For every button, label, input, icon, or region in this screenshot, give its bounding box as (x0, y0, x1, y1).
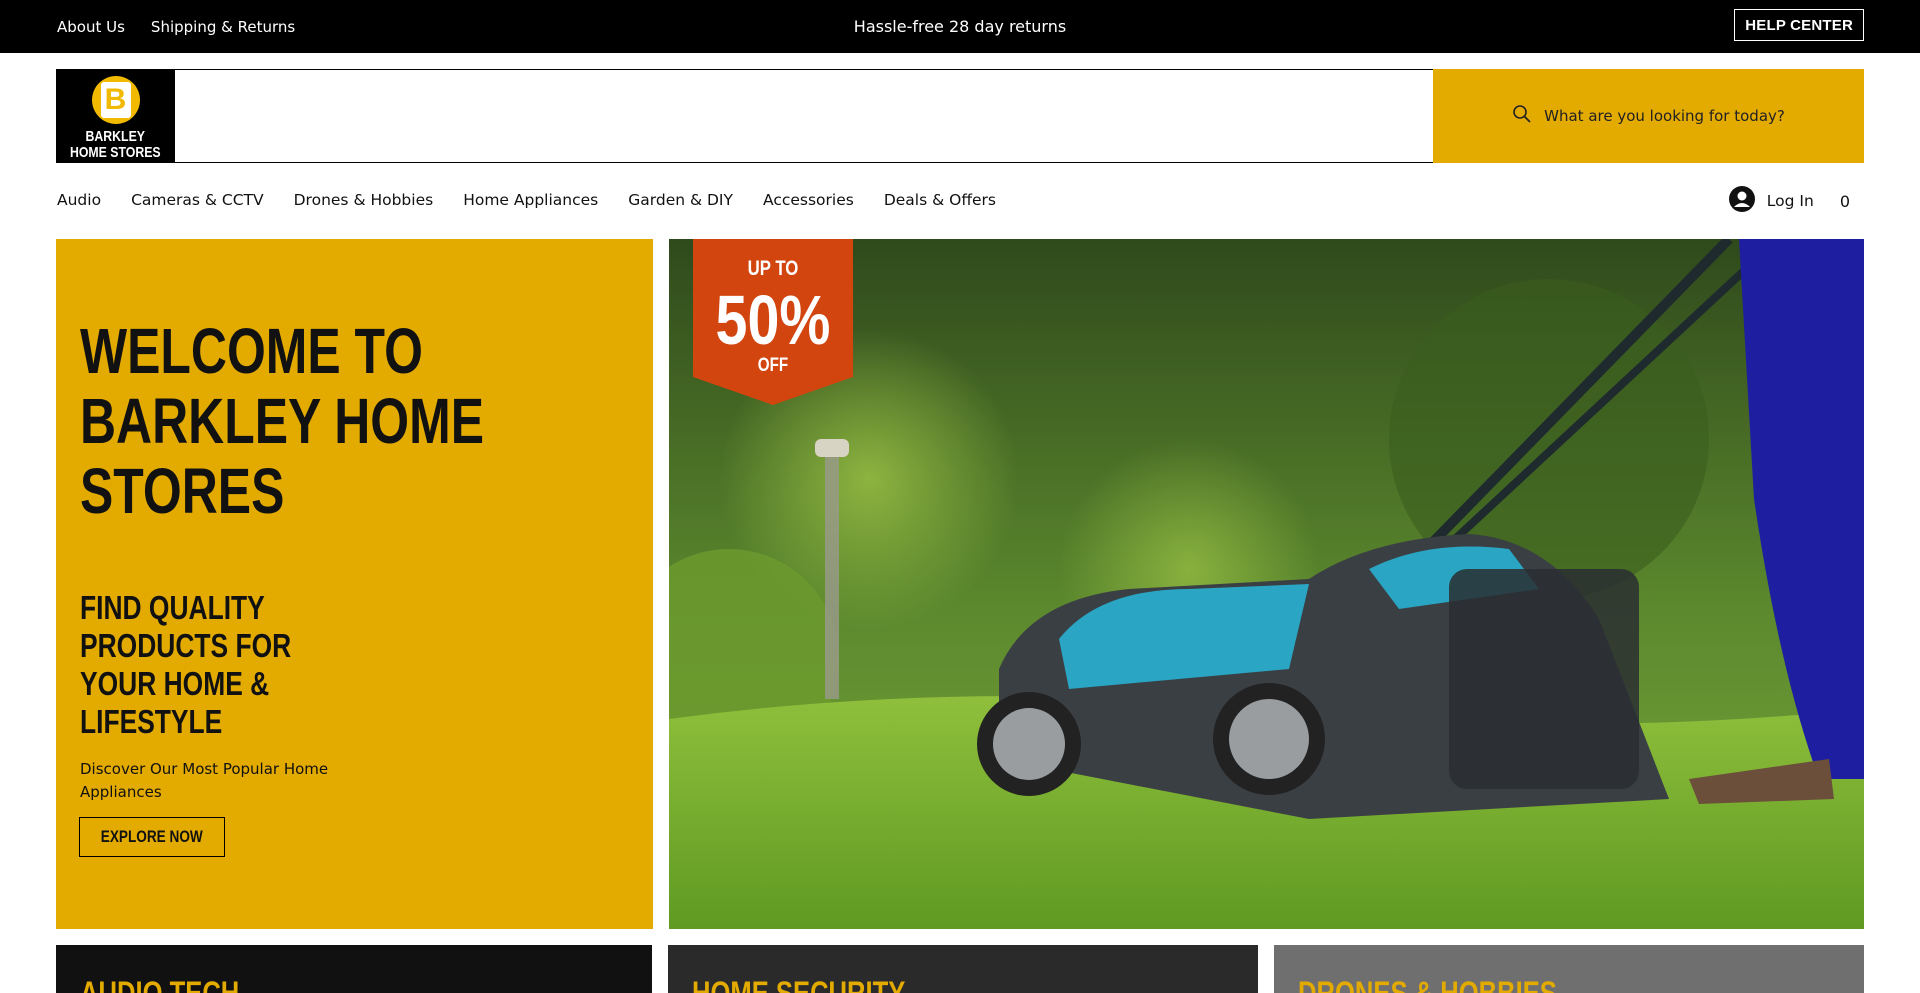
explore-now-button[interactable]: EXPLORE NOW (79, 817, 225, 857)
hero-description: Discover Our Most Popular Home Appliance… (80, 760, 329, 801)
category-tile-home-security[interactable]: HOME SECURITY (668, 945, 1258, 993)
help-center-label: HELP CENTER (1745, 16, 1853, 34)
search-bar[interactable]: What are you looking for today? (1433, 69, 1864, 163)
announcement-bar: About Us Shipping & Returns Hassle-free … (0, 0, 1920, 53)
logo-text-line2: HOME STORES (70, 144, 161, 161)
promo-badge: UP TO 50% OFF (693, 239, 853, 405)
logo-text-line1: BARKLEY (85, 128, 146, 145)
login-button[interactable]: Log In (1728, 186, 1814, 216)
promo-percentage: 50% (715, 281, 831, 359)
search-icon (1512, 104, 1532, 128)
category-tile-drones-hobbies[interactable]: DRONES & HOBBIES (1274, 945, 1864, 993)
nav-item-accessories[interactable]: Accessories (763, 191, 854, 209)
nav-item-home-appliances[interactable]: Home Appliances (463, 191, 598, 209)
shipping-returns-link[interactable]: Shipping & Returns (151, 18, 295, 36)
explore-now-label: EXPLORE NOW (100, 827, 203, 846)
search-input[interactable]: What are you looking for today? (1544, 107, 1785, 125)
user-avatar-icon (1728, 186, 1755, 216)
top-links: About Us Shipping & Returns (57, 0, 295, 53)
category-title: HOME SECURITY (692, 975, 906, 993)
login-label: Log In (1766, 192, 1814, 210)
logo-letter: B (100, 82, 131, 118)
hero-headline: WELCOME TO BARKLEY HOME STORES (80, 315, 485, 527)
promo-up-to: UP TO (747, 257, 799, 280)
nav-item-garden-diy[interactable]: Garden & DIY (628, 191, 733, 209)
hero-image: UP TO 50% OFF (669, 239, 1864, 929)
help-center-button[interactable]: HELP CENTER (1734, 9, 1864, 41)
main-nav: Audio Cameras & CCTV Drones & Hobbies Ho… (57, 183, 996, 217)
account-area: Log In 0 (1728, 184, 1850, 218)
nav-item-drones-hobbies[interactable]: Drones & Hobbies (294, 191, 434, 209)
hero-text-panel: WELCOME TO BARKLEY HOME STORES FIND QUAL… (56, 239, 653, 929)
logo-badge: B (91, 76, 140, 124)
store-logo[interactable]: B BARKLEY HOME STORES (56, 69, 175, 163)
category-title: DRONES & HOBBIES (1298, 975, 1557, 993)
about-us-link[interactable]: About Us (57, 18, 125, 36)
promo-off: OFF (757, 355, 789, 376)
category-tile-audio-tech[interactable]: AUDIO TECH (56, 945, 652, 993)
site-header: B BARKLEY HOME STORES What are you looki… (56, 69, 1864, 163)
nav-item-deals-offers[interactable]: Deals & Offers (884, 191, 996, 209)
category-title: AUDIO TECH (80, 975, 240, 993)
nav-item-cameras-cctv[interactable]: Cameras & CCTV (131, 191, 264, 209)
cart-count[interactable]: 0 (1840, 192, 1850, 211)
nav-item-audio[interactable]: Audio (57, 191, 101, 209)
hero-subheadline: FIND QUALITY PRODUCTS FOR YOUR HOME & LI… (80, 589, 292, 740)
